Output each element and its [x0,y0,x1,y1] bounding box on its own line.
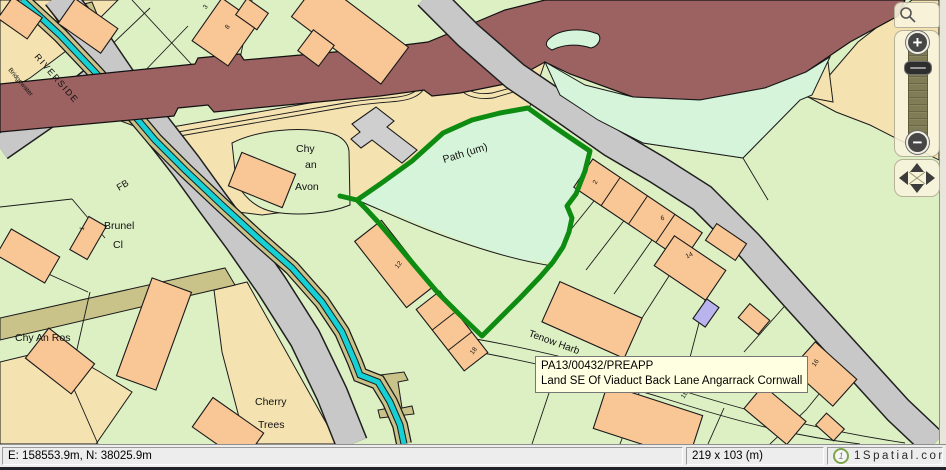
status-bar: E: 158553.9m, N: 38025.9m 219 x 103 (m) … [0,444,946,467]
label-avon: Avon [295,181,319,193]
tooltip-application-address: Land SE Of Viaduct Back Lane Angarrack C… [541,374,802,389]
search-button[interactable] [894,2,940,28]
pan-arrows [894,159,940,197]
pan-left-button[interactable] [899,171,908,185]
zoom-in-button[interactable]: + [906,31,929,54]
map-tooltip: PA13/00432/PREAPP Land SE Of Viaduct Bac… [535,356,808,393]
pan-up-button[interactable] [910,163,924,172]
label-trees: Trees [258,419,284,431]
gis-map-window: RIVERSIDE Bridgewater FB Brunel Cl Chy A… [0,0,946,470]
label-an: an [305,159,317,171]
zoom-out-button[interactable]: − [906,131,929,154]
search-icon [895,3,939,27]
label-brunel: Brunel [104,220,134,232]
map-extent: 219 x 103 (m) [686,447,824,465]
zoom-slider-handle[interactable] [904,61,932,75]
pan-down-button[interactable] [910,184,924,193]
cursor-coordinates: E: 158553.9m, N: 38025.9m [2,447,683,465]
label-chy-an-ros: Chy An Ros [15,332,70,344]
label-cherry: Cherry [255,396,287,408]
window-right-edge [939,0,946,444]
label-brunel-cl: Cl [113,239,123,251]
brand-text: 1Spatial.com [854,448,943,465]
brand-link[interactable]: 1 1Spatial.com [827,447,943,465]
label-chy: Chy [296,143,315,155]
onespatial-logo-icon: 1 [833,448,849,464]
pan-right-button[interactable] [926,171,935,185]
tooltip-application-ref: PA13/00432/PREAPP [541,359,802,374]
